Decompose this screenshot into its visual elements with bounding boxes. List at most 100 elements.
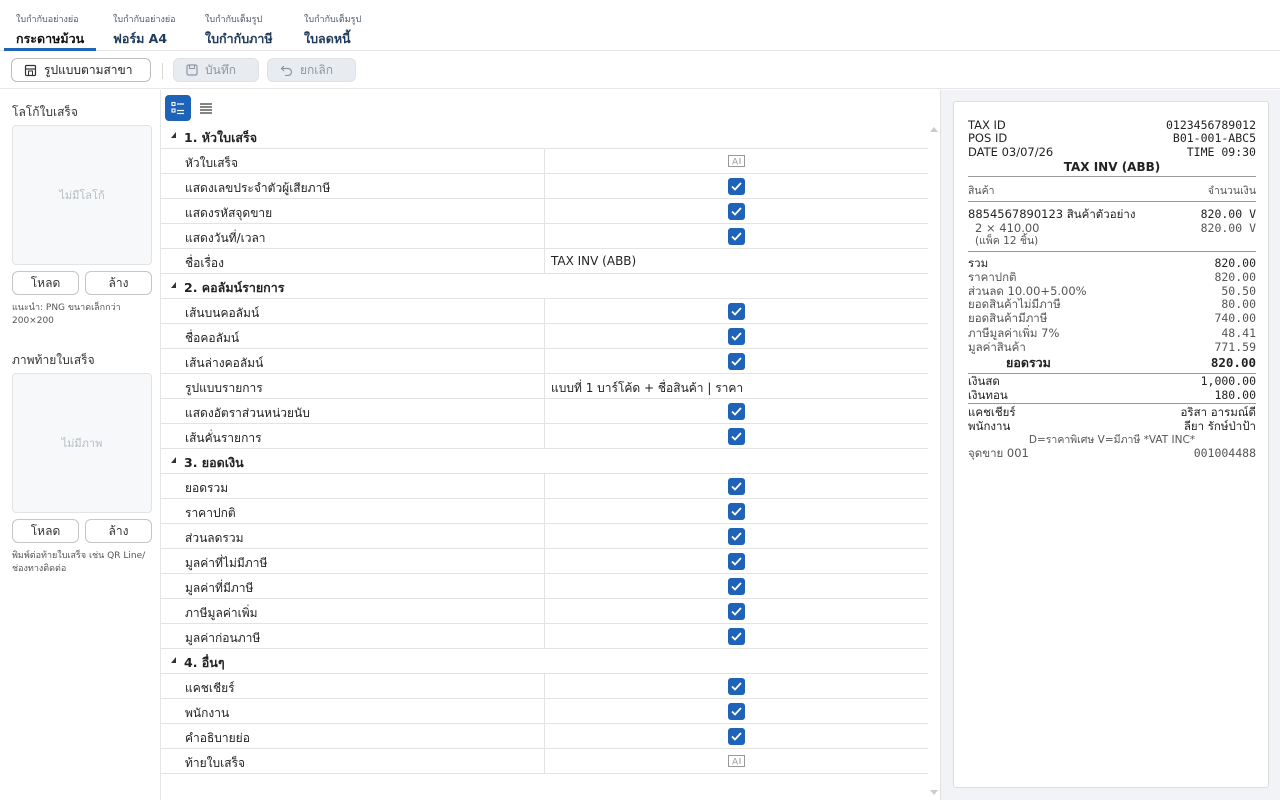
setting-row[interactable]: พนักงาน (161, 699, 928, 724)
setting-row[interactable]: ชื่อเรื่อง TAX INV (ABB) (161, 249, 928, 274)
checkbox-checked[interactable] (728, 328, 745, 345)
checkbox-checked[interactable] (728, 353, 745, 370)
setting-row[interactable]: หัวใบเสร็จ A (161, 149, 928, 174)
item-name: 8854567890123 สินค้าตัวอย่าง (968, 207, 1136, 221)
setting-row[interactable]: แสดงรหัสจุดขาย (161, 199, 928, 224)
logo-clear-button[interactable]: ล้าง (85, 271, 152, 295)
tab-label: ใบลดหนี้ (304, 31, 351, 46)
checkbox-checked[interactable] (728, 628, 745, 645)
scroll-up-arrow-icon[interactable] (928, 124, 940, 134)
categorized-view-button[interactable] (165, 95, 191, 121)
checkbox-checked[interactable] (728, 678, 745, 695)
receipt-value: 48.41 (1221, 326, 1256, 340)
collapse-triangle-icon[interactable] (171, 457, 176, 463)
toolbar: รูปแบบตามสาขา บันทึก ยกเลิก (0, 51, 1280, 89)
logo-preview: ไม่มีโลโก้ (12, 125, 152, 265)
checkbox-checked[interactable] (728, 703, 745, 720)
tab-sublabel: ใบกำกับเต็มรูป (304, 15, 362, 25)
group-header[interactable]: 2. คอลัมน์รายการ (161, 274, 928, 299)
grid-scrollbar[interactable] (928, 124, 940, 800)
collapse-triangle-icon[interactable] (171, 282, 176, 288)
tab-tax-invoice[interactable]: ใบกำกับเต็มรูป ใบกำกับภาษี (205, 0, 273, 51)
logo-load-button[interactable]: โหลด (12, 271, 79, 295)
checkbox-checked[interactable] (728, 403, 745, 420)
checkbox-checked[interactable] (728, 578, 745, 595)
checkbox-checked[interactable] (728, 428, 745, 445)
receipt-label: เงินสด (968, 374, 1000, 388)
setting-row[interactable]: เส้นบนคอลัมน์ (161, 299, 928, 324)
collapse-triangle-icon[interactable] (171, 132, 176, 138)
image-settings-panel: โลโก้ใบเสร็จ ไม่มีโลโก้ โหลด ล้าง แนะนำ:… (0, 90, 160, 800)
checkbox-checked[interactable] (728, 203, 745, 220)
setting-row[interactable]: แคชเชียร์ (161, 674, 928, 699)
cancel-button[interactable]: ยกเลิก (267, 58, 356, 82)
setting-row[interactable]: เส้นคั่นรายการ (161, 424, 928, 449)
save-button[interactable]: บันทึก (173, 58, 259, 82)
tab-a4-form[interactable]: ใบกำกับอย่างย่อ ฟอร์ม A4 (113, 0, 176, 51)
checkbox-checked[interactable] (728, 728, 745, 745)
check-icon (731, 182, 742, 191)
receipt-divider (968, 176, 1256, 177)
receipt-value: 001004488 (1193, 446, 1256, 460)
receipt-divider (968, 403, 1256, 404)
receipt-value: อริสา อารมณ์ดี (1180, 405, 1256, 419)
setting-row[interactable]: คำอธิบายย่อ (161, 724, 928, 749)
footer-clear-button[interactable]: ล้าง (85, 519, 152, 543)
setting-name: ราคาปกติ (185, 506, 236, 520)
group-header[interactable]: 3. ยอดเงิน (161, 449, 928, 474)
checkbox-checked[interactable] (728, 503, 745, 520)
setting-row[interactable]: ยอดรวม (161, 474, 928, 499)
setting-row[interactable]: แสดงเลขประจำตัวผู้เสียภาษี (161, 174, 928, 199)
checkbox-checked[interactable] (728, 228, 745, 245)
collapse-triangle-icon[interactable] (171, 657, 176, 663)
setting-value[interactable]: แบบที่ 1 บาร์โค้ด + ชื่อสินค้า | ราคา (551, 379, 743, 398)
setting-row[interactable]: แสดงอัตราส่วนหน่วยนับ (161, 399, 928, 424)
group-header[interactable]: 1. หัวใบเสร็จ (161, 124, 928, 149)
branch-format-button[interactable]: รูปแบบตามสาขา (11, 58, 151, 82)
setting-row[interactable]: ท้ายใบเสร็จ A (161, 749, 928, 774)
setting-row[interactable]: ส่วนลดรวม (161, 524, 928, 549)
column-amount-label: จำนวนเงิน (1207, 185, 1256, 197)
setting-row[interactable]: เส้นล่างคอลัมน์ (161, 349, 928, 374)
cancel-label: ยกเลิก (300, 62, 334, 77)
receipt-label: POS ID (968, 131, 1008, 145)
footer-load-button[interactable]: โหลด (12, 519, 79, 543)
checkbox-checked[interactable] (728, 178, 745, 195)
check-icon (731, 707, 742, 716)
setting-name: เส้นคั่นรายการ (185, 431, 262, 445)
check-icon (731, 407, 742, 416)
setting-row[interactable]: ราคาปกติ (161, 499, 928, 524)
flat-list-view-button[interactable] (193, 95, 219, 121)
group-header[interactable]: 4. อื่นๆ (161, 649, 928, 674)
tab-label: กระดาษม้วน (16, 31, 85, 46)
undo-icon (280, 65, 293, 76)
setting-value[interactable]: TAX INV (ABB) (551, 254, 636, 268)
text-edit-icon[interactable]: A (728, 755, 745, 767)
list-icon (200, 103, 212, 114)
setting-row[interactable]: มูลค่าที่ไม่มีภาษี (161, 549, 928, 574)
receipt-label: ส่วนลด 10.00+5.00% (968, 284, 1087, 298)
tab-credit-note[interactable]: ใบกำกับเต็มรูป ใบลดหนี้ (304, 0, 361, 51)
checkbox-checked[interactable] (728, 303, 745, 320)
receipt-value: 771.59 (1214, 340, 1256, 354)
checkbox-checked[interactable] (728, 603, 745, 620)
tab-sublabel: ใบกำกับอย่างย่อ (113, 15, 176, 25)
checkbox-checked[interactable] (728, 553, 745, 570)
setting-row[interactable]: มูลค่าที่มีภาษี (161, 574, 928, 599)
checkbox-checked[interactable] (728, 528, 745, 545)
receipt-value: 180.00 (1214, 388, 1256, 402)
setting-row[interactable]: ภาษีมูลค่าเพิ่ม (161, 599, 928, 624)
text-edit-icon[interactable]: A (728, 155, 745, 167)
setting-row[interactable]: รูปแบบรายการ แบบที่ 1 บาร์โค้ด + ชื่อสินค… (161, 374, 928, 399)
tab-roll-paper[interactable]: ใบกำกับอย่างย่อ กระดาษม้วน (4, 0, 96, 51)
setting-row[interactable]: ชื่อคอลัมน์ (161, 324, 928, 349)
checkbox-checked[interactable] (728, 478, 745, 495)
group-title: 3. ยอดเงิน (184, 455, 244, 470)
setting-row[interactable]: แสดงวันที่/เวลา (161, 224, 928, 249)
setting-name: แสดงเลขประจำตัวผู้เสียภาษี (185, 181, 331, 195)
setting-row[interactable]: มูลค่าก่อนภาษี (161, 624, 928, 649)
setting-name: รูปแบบรายการ (185, 381, 263, 395)
footer-image-preview: ไม่มีภาพ (12, 373, 152, 513)
receipt-date: DATE 03/07/26 (968, 145, 1054, 159)
scroll-down-arrow-icon[interactable] (928, 788, 940, 798)
